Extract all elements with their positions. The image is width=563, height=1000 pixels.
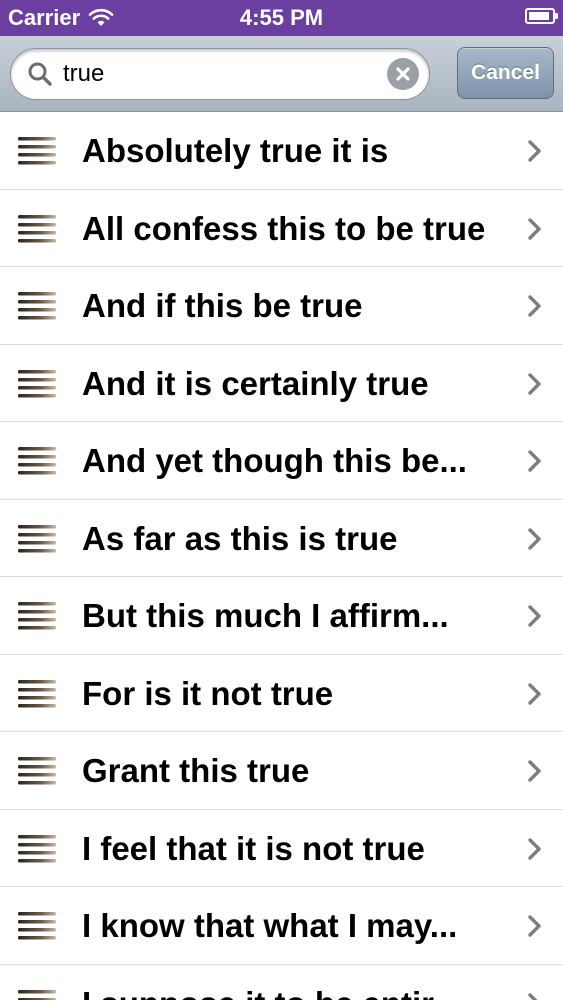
list-item[interactable]: As far as this is true	[0, 499, 563, 577]
list-item[interactable]: All confess this to be true	[0, 189, 563, 267]
screen: Carrier 4:55 PM Can	[0, 0, 563, 1000]
list-item[interactable]: And yet though this be...	[0, 422, 563, 500]
list-item[interactable]: I know that what I may...	[0, 887, 563, 965]
list-item[interactable]: Absolutely true it is	[0, 112, 563, 190]
lines-icon	[18, 679, 56, 707]
battery-level	[529, 12, 549, 20]
list-item[interactable]: For is it not true	[0, 654, 563, 732]
list-item[interactable]: And if this be true	[0, 267, 563, 345]
lines-icon	[18, 757, 56, 785]
list-item-label: For is it not true	[82, 674, 334, 712]
list-item[interactable]: And it is certainly true	[0, 344, 563, 422]
list-item-label: And yet though this be...	[82, 442, 467, 479]
list-item-label: All confess this to be true	[82, 209, 486, 247]
list-item-label: But this much I affirm...	[82, 597, 449, 634]
chevron-right-icon	[528, 915, 541, 937]
result-list: Absolutely true it is All confess this to…	[0, 112, 563, 1000]
lines-icon	[18, 292, 56, 320]
lines-icon	[18, 989, 56, 1000]
chevron-right-icon	[528, 527, 541, 550]
list-item-label: I feel that it is not true	[82, 829, 425, 867]
lines-icon	[18, 369, 56, 397]
chevron-right-icon	[528, 682, 541, 705]
lines-icon	[18, 214, 56, 242]
search-bar: Cancel	[0, 36, 563, 112]
battery-icon	[525, 8, 558, 24]
list-item-label: I know that what I may...	[82, 907, 458, 944]
lines-icon	[18, 524, 56, 552]
lines-icon	[18, 602, 56, 630]
lines-icon	[18, 447, 56, 475]
chevron-right-icon	[528, 295, 541, 317]
chevron-right-icon	[528, 450, 541, 472]
list-item[interactable]: Grant this true	[0, 732, 563, 810]
chevron-right-icon	[528, 992, 538, 1000]
chevron-right-icon	[528, 837, 541, 860]
list-item-label: Absolutely true it is	[82, 132, 389, 169]
lines-icon	[18, 137, 56, 165]
clear-x-icon	[396, 67, 410, 81]
list-item-label: And it is certainly true	[82, 364, 429, 402]
list-item-label: As far as this is true	[82, 519, 398, 557]
lines-icon	[18, 834, 56, 862]
cancel-button[interactable]: Cancel	[457, 47, 554, 99]
list-item[interactable]: I feel that it is not true	[0, 809, 563, 887]
chevron-right-icon	[528, 217, 541, 240]
status-bar: Carrier 4:55 PM	[0, 0, 563, 36]
list-item-label: I suppose it to be entir...	[82, 965, 512, 1000]
search-input[interactable]	[63, 57, 383, 91]
list-item-label: And if this be true	[82, 287, 363, 324]
chevron-right-icon	[528, 760, 541, 782]
chevron-right-icon	[528, 140, 541, 162]
magnifier-icon	[28, 62, 52, 86]
chevron-right-icon	[528, 605, 541, 627]
status-time: 4:55 PM	[239, 5, 324, 30]
chevron-right-icon	[528, 372, 541, 395]
list-item-label: Grant this true	[82, 752, 310, 789]
clear-search-button[interactable]	[387, 58, 419, 90]
list-item[interactable]: I suppose it to be entir...	[0, 964, 563, 1000]
lines-icon	[18, 912, 56, 940]
list-item[interactable]: But this much I affirm...	[0, 577, 563, 655]
search-field[interactable]	[10, 48, 430, 100]
